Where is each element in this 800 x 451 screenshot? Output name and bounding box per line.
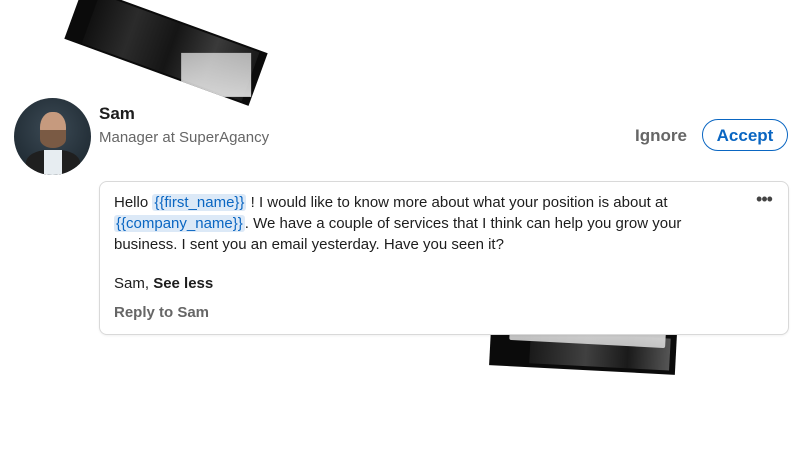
- message-text: Hello: [114, 194, 153, 211]
- company-name-token: {{company_name}}: [114, 215, 245, 232]
- avatar[interactable]: [14, 98, 91, 175]
- first-name-token: {{first_name}}: [152, 194, 247, 211]
- message-card: Hello {{first_name}} ! I would like to k…: [99, 181, 789, 335]
- sender-name[interactable]: Sam: [99, 104, 135, 124]
- signature-name: Sam,: [114, 275, 154, 292]
- message-body: Hello {{first_name}} ! I would like to k…: [114, 192, 714, 255]
- reply-link[interactable]: Reply to Sam: [114, 304, 209, 321]
- decorative-tape-top: [64, 0, 268, 106]
- more-horizontal-icon[interactable]: •••: [754, 190, 774, 210]
- accept-button[interactable]: Accept: [702, 119, 788, 151]
- ignore-button[interactable]: Ignore: [624, 121, 698, 151]
- tape-clear-piece: [181, 52, 252, 97]
- message-signature: Sam, See less: [114, 275, 213, 292]
- sender-headline: Manager at SuperAgancy: [99, 129, 270, 146]
- see-less-link[interactable]: See less: [153, 275, 213, 292]
- message-text: ! I would like to know more about what y…: [246, 194, 668, 211]
